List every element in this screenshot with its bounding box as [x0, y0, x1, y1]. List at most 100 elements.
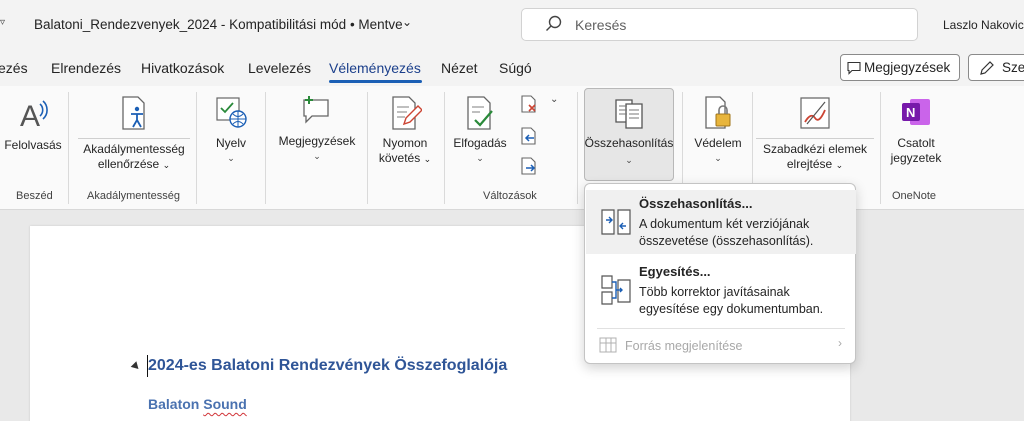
text-cursor: [147, 355, 148, 377]
svg-text:N: N: [906, 105, 915, 120]
track-changes-icon: [392, 96, 422, 130]
combine-menu-item[interactable]: Egyesítés... Több korrektor javításainak…: [586, 256, 856, 324]
track-changes-button[interactable]: Nyomon követés ⌄: [372, 94, 438, 167]
combine-menu-desc-2: egyesítése egy dokumentumban.: [639, 302, 824, 316]
comments-button[interactable]: Megjegyzések: [840, 54, 960, 81]
group-label-speech: Beszéd: [16, 190, 53, 202]
menu-separator: [597, 328, 845, 329]
linked-notes-button[interactable]: N Csatolt jegyzetek: [884, 94, 948, 166]
accept-label: Elfogadás: [453, 136, 507, 150]
compare-menu-title: Összehasonlítás...: [639, 196, 753, 211]
compare-label: Összehasonlítás: [584, 136, 674, 150]
compare-button-content[interactable]: Összehasonlítás ⌄: [584, 94, 674, 168]
chevron-right-icon: ›: [838, 336, 842, 350]
compare-dropdown-menu: Összehasonlítás... A dokumentum két verz…: [584, 183, 856, 364]
search-placeholder[interactable]: Keresés: [575, 17, 626, 33]
chevron-down-icon: ⌄: [313, 151, 321, 161]
linked-notes-label-2: jegyzetek: [890, 151, 942, 165]
hide-ink-label-1: Szabadkézi elemek: [756, 138, 874, 157]
onenote-icon: N: [902, 99, 930, 125]
chevron-down-icon: ⌄: [423, 154, 432, 164]
track-changes-label-1: Nyomon: [382, 136, 428, 150]
language-label: Nyelv: [215, 136, 246, 150]
hide-ink-button[interactable]: Szabadkézi elemek elrejtése ⌄: [756, 94, 874, 173]
accessibility-label-2-text: ellenőrzése: [97, 157, 160, 171]
comments-button-label: Megjegyzések: [864, 60, 951, 75]
read-aloud-label: Felolvasás: [4, 138, 62, 152]
tab-references[interactable]: Hivatkozások: [141, 60, 224, 76]
document-heading-2[interactable]: Balaton Sound: [148, 396, 247, 412]
document-title[interactable]: Balatoni_Rendezvenyek_2024 - Kompatibili…: [34, 17, 403, 32]
chevron-down-icon: ⌄: [476, 153, 484, 163]
chevron-down-icon: ⌄: [162, 160, 171, 170]
group-label-changes: Változások: [483, 190, 537, 202]
tab-insert[interactable]: ezés: [0, 60, 28, 76]
track-changes-label-2-text: követés: [378, 151, 421, 165]
compare-icon: [615, 99, 643, 129]
group-separator: [577, 92, 578, 204]
previous-change-icon[interactable]: [519, 126, 539, 146]
linked-notes-label-1: Csatolt: [897, 136, 935, 150]
group-separator: [367, 92, 368, 204]
next-change-icon[interactable]: [519, 156, 539, 176]
language-button[interactable]: Nyelv ⌄: [205, 94, 257, 166]
combine-documents-icon: [601, 275, 631, 305]
hide-ink-label-2: elrejtése ⌄: [756, 157, 874, 173]
editing-button-label: Szerk: [1002, 60, 1024, 75]
protect-label: Védelem: [694, 136, 742, 150]
compare-menu-desc-2: összevetése (összehasonlítás).: [639, 234, 814, 248]
group-separator: [444, 92, 445, 204]
tab-help[interactable]: Súgó: [499, 60, 532, 76]
compare-documents-icon: [601, 209, 631, 235]
group-label-accessibility: Akadálymentesség: [87, 190, 180, 202]
svg-text:A: A: [20, 100, 40, 132]
group-separator: [265, 92, 266, 204]
language-icon: [216, 97, 247, 128]
heading-2-word-1: Balaton: [148, 396, 204, 412]
accessibility-label-2: ellenőrzése ⌄: [78, 157, 190, 173]
chevron-down-icon: ⌄: [835, 160, 844, 170]
accessibility-icon: [122, 96, 145, 130]
group-separator: [880, 92, 881, 204]
editing-button[interactable]: Szerk: [968, 54, 1024, 81]
document-heading-1[interactable]: 2024-es Balatoni Rendezvények Összefogla…: [148, 357, 507, 375]
show-source-menu-item[interactable]: Forrás megjelenítése: [625, 339, 742, 353]
active-tab-indicator: [329, 80, 422, 83]
chevron-down-icon: ⌄: [227, 153, 235, 163]
search-icon: [546, 15, 562, 31]
accept-button[interactable]: Elfogadás ⌄: [448, 94, 512, 166]
pen-icon: [980, 61, 994, 75]
combine-menu-desc-1: Több korrektor javításainak: [639, 285, 790, 299]
lock-icon: [705, 96, 731, 129]
show-source-icon: [599, 337, 617, 353]
combine-menu-title: Egyesítés...: [639, 264, 711, 279]
group-separator: [68, 92, 69, 204]
heading-2-word-2: Sound: [203, 396, 247, 412]
new-comment-icon: [303, 96, 329, 124]
comment-icon: [847, 61, 861, 75]
quick-access-dropdown-icon[interactable]: ▿: [0, 17, 5, 28]
track-changes-label-2: követés ⌄: [372, 151, 438, 167]
ink-icon: [800, 97, 830, 129]
accessibility-label-1: Akadálymentesség: [78, 138, 190, 157]
group-label-onenote: OneNote: [892, 190, 937, 202]
group-separator: [196, 92, 197, 204]
chevron-down-icon: ⌄: [714, 153, 722, 163]
protect-button[interactable]: Védelem ⌄: [690, 94, 746, 166]
tab-layout[interactable]: Elrendezés: [51, 60, 121, 76]
hide-ink-label-2-text: elrejtése: [786, 157, 833, 171]
user-name[interactable]: Laszlo Nakovics: [943, 18, 1024, 32]
compare-menu-desc-1: A dokumentum két verziójának: [639, 217, 810, 231]
accessibility-check-button[interactable]: Akadálymentesség ellenőrzése ⌄: [78, 94, 190, 173]
tab-view[interactable]: Nézet: [441, 60, 478, 76]
reject-icon[interactable]: [519, 94, 539, 114]
comments-ribbon-label: Megjegyzések: [278, 134, 356, 148]
comments-ribbon-button[interactable]: Megjegyzések ⌄: [272, 92, 362, 164]
read-aloud-button[interactable]: A Felolvasás: [2, 96, 64, 153]
reject-dropdown-icon[interactable]: ⌄: [550, 94, 558, 105]
tab-mailings[interactable]: Levelezés: [248, 60, 311, 76]
tab-review[interactable]: Véleményezés: [329, 60, 421, 76]
compare-menu-item[interactable]: Összehasonlítás... A dokumentum két verz…: [586, 190, 856, 254]
accept-icon: [467, 96, 493, 130]
chevron-down-icon[interactable]: ⌄: [402, 15, 412, 29]
